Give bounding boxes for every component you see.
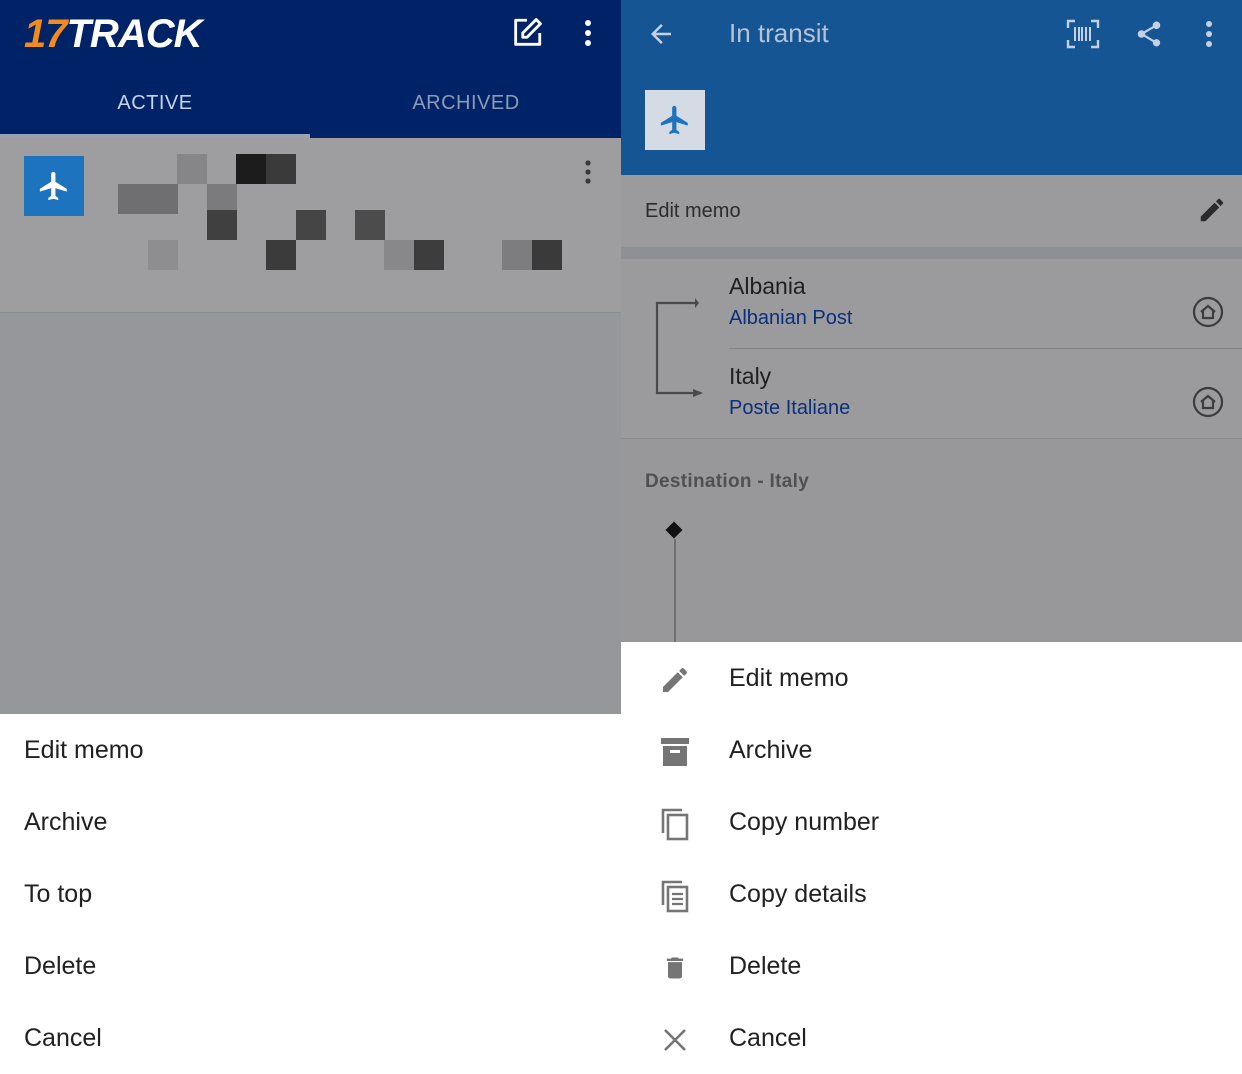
package-list <box>0 138 621 714</box>
trash-icon <box>655 948 695 988</box>
destination-header: Destination - Italy <box>645 471 810 492</box>
timeline-marker-icon <box>665 521 683 539</box>
divider <box>729 348 1242 349</box>
menu-item-cancel[interactable]: Cancel <box>621 1002 1242 1074</box>
menu-item-archive[interactable]: Archive <box>621 714 1242 786</box>
app-bar: 17TRACK ACTIVE ARCHIVED <box>0 0 621 138</box>
more-vert-icon[interactable] <box>574 154 602 190</box>
menu-item-label: Copy details <box>729 880 867 908</box>
route-card: Albania Albanian Post Italy Poste Italia… <box>621 259 1242 439</box>
menu-item-label: Archive <box>729 736 813 764</box>
origin-carrier-link[interactable]: Albanian Post <box>729 307 852 330</box>
barcode-scan-icon[interactable] <box>1061 12 1105 56</box>
destination-carrier-link[interactable]: Poste Italiane <box>729 397 850 420</box>
edit-memo-row[interactable]: Edit memo <box>621 175 1242 247</box>
route-connector-icon <box>655 298 703 397</box>
more-vert-icon[interactable] <box>1193 12 1225 56</box>
menu-item-to-top[interactable]: To top <box>24 858 584 930</box>
page-title: In transit <box>729 18 829 48</box>
more-vert-icon[interactable] <box>572 12 604 54</box>
airplane-icon <box>24 156 84 216</box>
close-icon <box>655 1020 695 1060</box>
menu-item-edit-memo[interactable]: Edit memo <box>24 714 584 786</box>
tab-archived[interactable]: ARCHIVED <box>311 80 621 126</box>
app-bar: In transit <box>621 0 1242 175</box>
bottom-sheet-menu: Edit memo Archive Copy number Copy detai… <box>621 642 1242 1074</box>
left-screen: 17TRACK ACTIVE ARCHIVED Edit memo Archiv… <box>0 0 621 1074</box>
tab-active[interactable]: ACTIVE <box>0 80 310 126</box>
right-screen: In transit Edit memo Albania Albanian Po… <box>621 0 1242 1074</box>
carrier-home-icon[interactable] <box>1191 385 1225 419</box>
pencil-icon <box>655 660 695 700</box>
share-icon[interactable] <box>1127 12 1171 56</box>
package-detail: Edit memo Albania Albanian Post Italy Po… <box>621 175 1242 642</box>
origin-country: Albania <box>729 273 806 299</box>
menu-item-delete[interactable]: Delete <box>24 930 584 1002</box>
carrier-home-icon[interactable] <box>1191 295 1225 329</box>
divider <box>621 247 1242 259</box>
copy-icon <box>655 804 695 844</box>
edit-memo-label: Edit memo <box>645 200 741 222</box>
airplane-icon <box>645 90 705 150</box>
menu-item-label: Copy number <box>729 808 880 836</box>
menu-item-delete[interactable]: Delete <box>621 930 1242 1002</box>
timeline-line <box>674 539 676 642</box>
menu-item-label: Delete <box>729 952 802 980</box>
redacted-tracking-number <box>118 154 564 270</box>
menu-item-edit-memo[interactable]: Edit memo <box>621 642 1242 714</box>
app-logo: 17TRACK <box>24 12 202 56</box>
menu-item-cancel[interactable]: Cancel <box>24 1002 584 1074</box>
destination-country: Italy <box>729 363 772 389</box>
menu-item-label: Edit memo <box>729 664 849 692</box>
bottom-sheet-menu: Edit memo Archive To top Delete Cancel <box>0 714 621 1074</box>
list-item[interactable] <box>0 138 621 313</box>
copy-details-icon <box>655 876 695 916</box>
arrow-back-icon[interactable] <box>639 12 683 56</box>
menu-item-copy-details[interactable]: Copy details <box>621 858 1242 930</box>
edit-note-icon[interactable] <box>506 12 548 54</box>
archive-box-icon <box>655 732 695 772</box>
menu-item-archive[interactable]: Archive <box>24 786 584 858</box>
menu-item-copy-number[interactable]: Copy number <box>621 786 1242 858</box>
pencil-icon[interactable] <box>1195 193 1229 227</box>
menu-item-label: Cancel <box>729 1024 807 1052</box>
